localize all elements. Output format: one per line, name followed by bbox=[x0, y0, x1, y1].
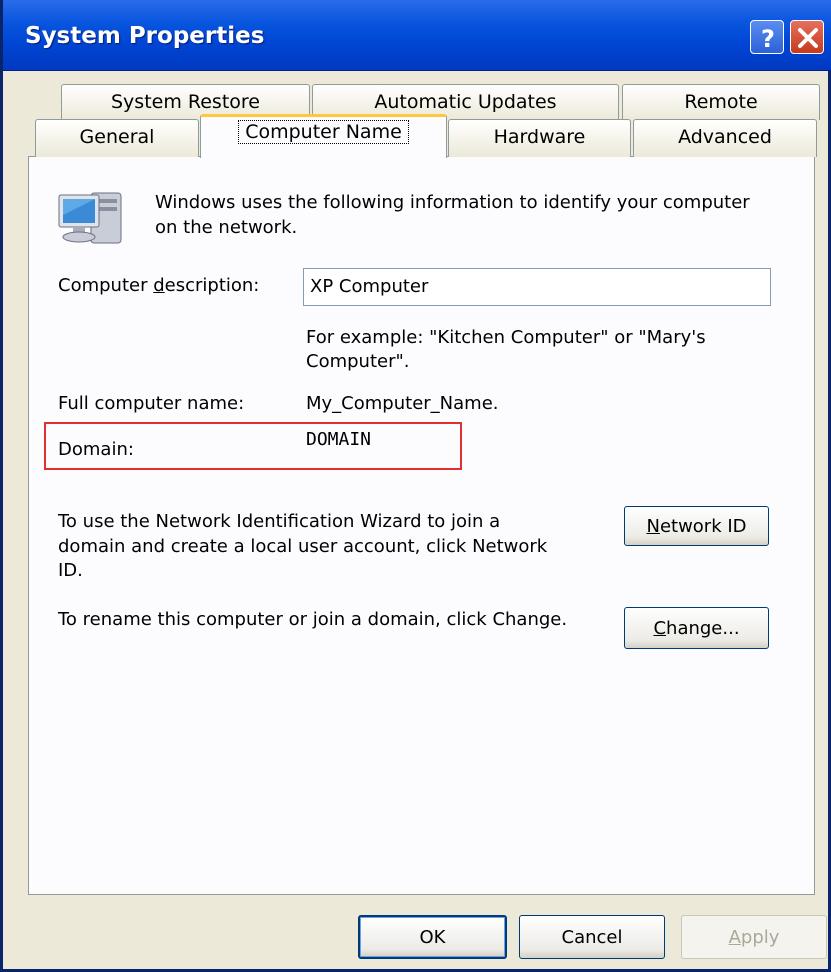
change-text: To rename this computer or join a domain… bbox=[58, 609, 568, 630]
ok-button[interactable]: OK bbox=[358, 915, 507, 959]
label-accelerator: d bbox=[153, 275, 165, 296]
close-icon bbox=[798, 28, 818, 48]
domain-label: Domain: bbox=[58, 439, 134, 460]
domain-value: DOMAIN bbox=[306, 429, 372, 450]
tab-label: Automatic Updates bbox=[374, 91, 557, 113]
window-title: System Properties bbox=[25, 23, 265, 49]
tab-general[interactable]: General bbox=[35, 119, 199, 157]
button-label: pply bbox=[740, 926, 780, 948]
button-label: etwork ID bbox=[659, 515, 747, 537]
cancel-button[interactable]: Cancel bbox=[519, 915, 665, 959]
help-icon: ? bbox=[761, 25, 775, 53]
full-computer-name-label: Full computer name: bbox=[58, 393, 245, 414]
close-button[interactable] bbox=[790, 20, 824, 54]
help-button[interactable]: ? bbox=[750, 20, 784, 54]
change-button[interactable]: Change... bbox=[624, 607, 769, 649]
tab-label: System Restore bbox=[111, 91, 260, 113]
tab-label: Computer Name bbox=[238, 120, 409, 144]
system-properties-window: System Properties ? System Restore Autom… bbox=[0, 0, 831, 972]
computer-description-label: Computer description: bbox=[58, 274, 259, 298]
tab-advanced[interactable]: Advanced bbox=[633, 119, 817, 157]
intro-text-line2: on the network. bbox=[155, 217, 298, 238]
button-label: hange... bbox=[666, 617, 740, 639]
button-accelerator: C bbox=[653, 617, 667, 639]
computer-monitor-icon bbox=[58, 192, 122, 244]
tab-remote[interactable]: Remote bbox=[622, 84, 820, 120]
title-bar[interactable]: System Properties ? bbox=[3, 0, 831, 71]
label-part: Computer bbox=[58, 275, 154, 296]
netid-text-line2: domain and create a local user account, … bbox=[58, 536, 548, 557]
netid-text-line3: ID. bbox=[58, 560, 83, 581]
tab-label: General bbox=[79, 126, 155, 148]
network-id-button[interactable]: Network ID bbox=[624, 506, 769, 546]
svg-text:?: ? bbox=[761, 25, 775, 53]
netid-text-line1: To use the Network Identification Wizard… bbox=[58, 511, 501, 532]
tab-hardware[interactable]: Hardware bbox=[448, 119, 631, 157]
full-computer-name-value: My_Computer_Name. bbox=[306, 393, 499, 414]
intro-text-line1: Windows uses the following information t… bbox=[155, 192, 750, 213]
tab-label: Hardware bbox=[493, 126, 586, 148]
tab-label: Advanced bbox=[678, 126, 772, 148]
button-accelerator: N bbox=[646, 515, 660, 537]
apply-button[interactable]: Apply bbox=[681, 915, 827, 959]
tab-label: Remote bbox=[684, 91, 758, 113]
tab-computer-name[interactable]: Computer Name bbox=[200, 114, 447, 158]
example-text-line2: Computer". bbox=[306, 351, 410, 372]
example-text-line1: For example: "Kitchen Computer" or "Mary… bbox=[306, 327, 706, 348]
button-accelerator: A bbox=[728, 926, 741, 948]
label-part: escription: bbox=[164, 275, 260, 296]
computer-description-input[interactable]: XP Computer bbox=[303, 268, 771, 306]
